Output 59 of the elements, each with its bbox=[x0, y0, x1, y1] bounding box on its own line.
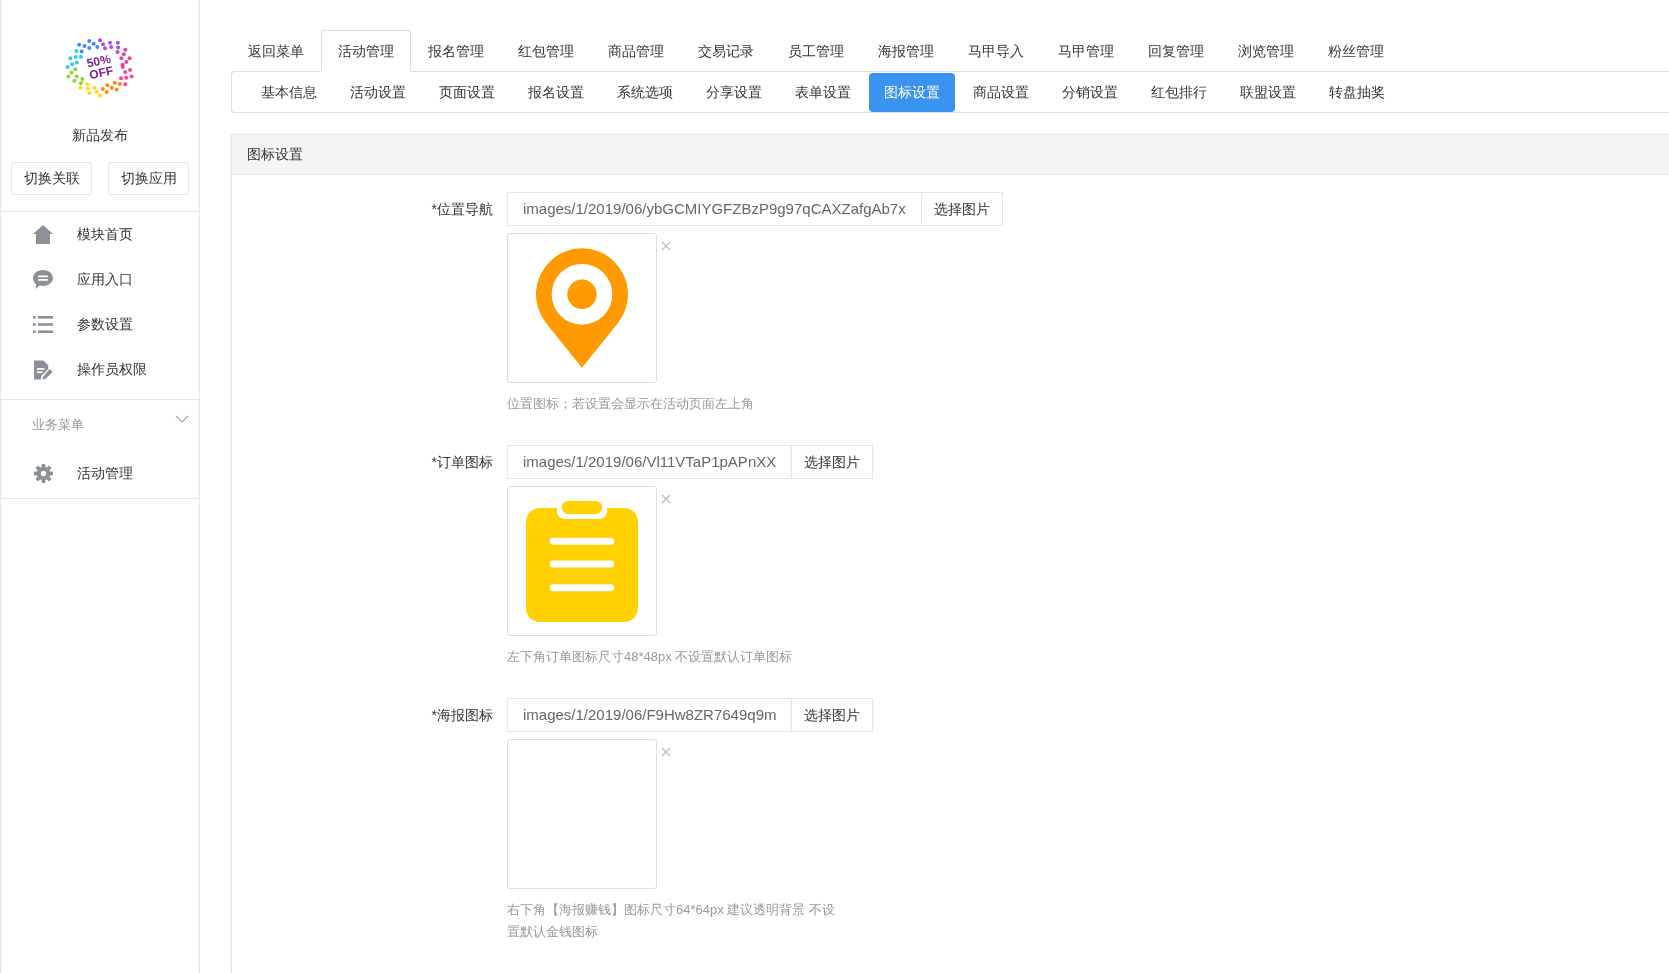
menu-item[interactable]: 操作员权限 bbox=[1, 347, 199, 392]
switch-button[interactable]: 切换关联 bbox=[11, 162, 92, 195]
help-text: 左下角订单图标尺寸48*48px 不设置默认订单图标 bbox=[507, 648, 793, 666]
input-field[interactable]: images/1/2019/06/F9Hw8ZR7649q9m bbox=[507, 698, 793, 732]
switch-button[interactable]: 切换应用 bbox=[108, 162, 189, 195]
close-icon[interactable] bbox=[661, 747, 671, 757]
tab[interactable]: 浏览管理 bbox=[1221, 30, 1311, 72]
choose-image-button[interactable]: 选择图片 bbox=[792, 698, 874, 732]
sub-tab[interactable]: 红包排行 bbox=[1136, 72, 1222, 112]
tab[interactable]: 海报管理 bbox=[861, 30, 951, 72]
tab[interactable]: 员工管理 bbox=[771, 30, 861, 72]
tab[interactable]: 粉丝管理 bbox=[1311, 30, 1401, 72]
tab[interactable]: 报名管理 bbox=[411, 30, 501, 72]
app-title: 新品发布 bbox=[72, 126, 128, 145]
home-icon bbox=[33, 225, 53, 244]
logo-text: 50% OFF bbox=[84, 51, 116, 83]
settings-icon bbox=[33, 463, 53, 483]
input-field[interactable]: images/1/2019/06/Vl11VTaP1pAPnXX bbox=[507, 445, 793, 479]
sub-tab[interactable]: 基本信息 bbox=[246, 72, 332, 112]
tab[interactable]: 马甲管理 bbox=[1041, 30, 1131, 72]
field-label: *位置导航 bbox=[431, 199, 493, 219]
tab[interactable]: 返回菜单 bbox=[231, 30, 321, 72]
help-text: 右下角【海报赚钱】图标尺寸64*64px 建议透明背景 不设置默认金钱图标 bbox=[507, 901, 836, 941]
field-label: *订单图标 bbox=[431, 452, 493, 472]
choose-image-button[interactable]: 选择图片 bbox=[921, 192, 1003, 226]
sub-tab[interactable]: 转盘抽奖 bbox=[1314, 72, 1400, 112]
chat-bubble-icon bbox=[33, 270, 53, 289]
sub-tab[interactable]: 表单设置 bbox=[780, 72, 866, 112]
input-field[interactable]: images/1/2019/06/ybGCMIYGFZBzP9g97qCAXZafgAb7x bbox=[507, 192, 922, 226]
menu-item[interactable]: 应用入口 bbox=[1, 257, 199, 302]
location-pin-icon bbox=[536, 248, 628, 368]
sub-tab[interactable]: 活动设置 bbox=[335, 72, 421, 112]
tab[interactable]: 活动管理 bbox=[321, 30, 411, 72]
section-heading: 业务菜单 bbox=[32, 416, 84, 435]
tab[interactable]: 交易记录 bbox=[681, 30, 771, 72]
sub-tab[interactable]: 报名设置 bbox=[513, 72, 599, 112]
chevron-icon[interactable] bbox=[175, 415, 189, 423]
panel-title: 图标设置 bbox=[247, 145, 303, 164]
sub-tab[interactable]: 联盟设置 bbox=[1225, 72, 1311, 112]
field-label: *海报图标 bbox=[431, 705, 493, 725]
help-text: 位置图标；若设置会显示在活动页面左上角 bbox=[507, 395, 754, 413]
sub-tab[interactable]: 分享设置 bbox=[691, 72, 777, 112]
sub-tab[interactable]: 分销设置 bbox=[1047, 72, 1133, 112]
tab[interactable]: 回复管理 bbox=[1131, 30, 1221, 72]
choose-image-button[interactable]: 选择图片 bbox=[792, 445, 874, 479]
menu-item[interactable]: 活动管理 bbox=[1, 450, 199, 496]
close-icon[interactable] bbox=[661, 494, 671, 504]
menu-item[interactable]: 模块首页 bbox=[1, 212, 199, 257]
clipboard-icon bbox=[526, 500, 638, 622]
list-icon bbox=[33, 316, 53, 333]
document-edit-icon bbox=[33, 359, 53, 380]
sub-tab[interactable]: 页面设置 bbox=[424, 72, 510, 112]
sub-tab[interactable]: 商品设置 bbox=[958, 72, 1044, 112]
tab[interactable]: 红包管理 bbox=[501, 30, 591, 72]
tab[interactable]: 商品管理 bbox=[591, 30, 681, 72]
tab[interactable]: 马甲导入 bbox=[951, 30, 1041, 72]
close-icon[interactable] bbox=[661, 241, 671, 251]
menu-item[interactable]: 参数设置 bbox=[1, 302, 199, 347]
sub-tab[interactable]: 系统选项 bbox=[602, 72, 688, 112]
